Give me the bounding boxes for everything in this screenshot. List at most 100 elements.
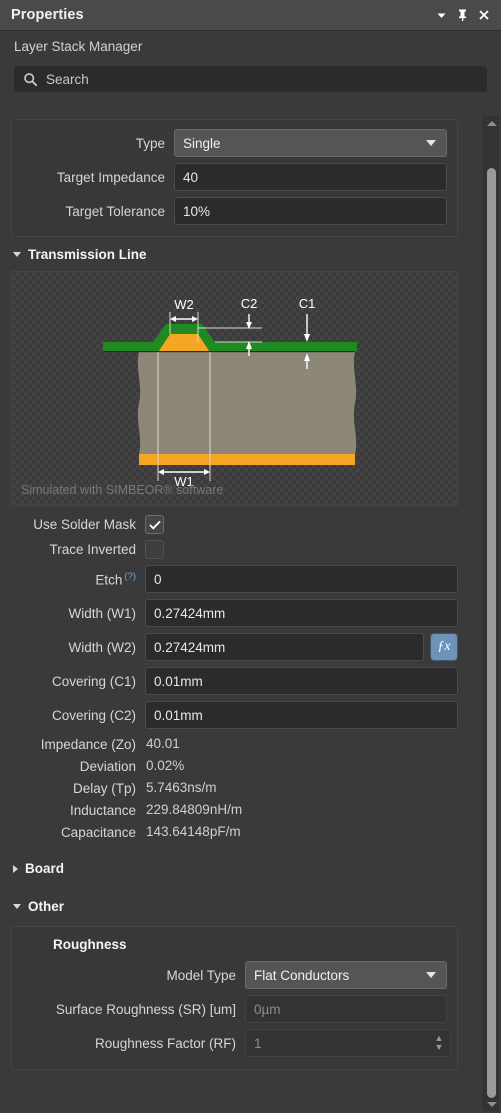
row-use-solder-mask: Use Solder Mask xyxy=(11,515,458,534)
covering-c2-input[interactable]: 0.01mm xyxy=(145,701,458,729)
chevron-down-icon xyxy=(426,972,436,978)
chevron-down-icon[interactable] xyxy=(432,6,451,25)
vertical-scrollbar[interactable] xyxy=(483,116,499,1111)
scroll-down-arrow-icon[interactable] xyxy=(484,1097,499,1111)
label-trace-inverted: Trace Inverted xyxy=(49,542,136,557)
label-etch-text: Etch xyxy=(95,572,123,588)
roughness-factor-stepper[interactable]: ▲ ▼ xyxy=(431,1034,447,1052)
surface-roughness-input[interactable]: 0µm xyxy=(245,995,447,1023)
scrollbar-thumb[interactable] xyxy=(487,168,496,1098)
row-surface-roughness: Surface Roughness (SR) [um] 0µm xyxy=(22,995,447,1023)
properties-scroll-area: Type Single Target Impedance 40 Target T… xyxy=(0,116,501,1113)
etch-value: 0 xyxy=(154,571,162,587)
label-model-type: Model Type xyxy=(166,967,236,983)
row-model-type: Model Type Flat Conductors xyxy=(22,961,447,989)
formula-button[interactable]: ƒx xyxy=(430,633,458,661)
properties-panel: Properties Layer Stack Manager Search Ty… xyxy=(0,0,501,1113)
scrollbar-track[interactable] xyxy=(484,130,499,1098)
covering-c1-input[interactable]: 0.01mm xyxy=(145,667,458,695)
label-surface-roughness: Surface Roughness (SR) [um] xyxy=(55,1001,236,1017)
covering-c2-value: 0.01mm xyxy=(154,707,203,723)
row-roughness-factor: Roughness Factor (RF) 1 ▲ ▼ xyxy=(22,1029,451,1057)
label-target-impedance: Target Impedance xyxy=(56,169,165,185)
etch-input[interactable]: 0 xyxy=(145,565,458,593)
trace-inverted-checkbox[interactable] xyxy=(145,540,164,559)
section-title-board: Board xyxy=(25,861,65,876)
section-header-other[interactable]: Other xyxy=(0,883,480,921)
section-title-transmission-line: Transmission Line xyxy=(28,247,147,262)
label-impedance-zo: Impedance (Zo) xyxy=(40,736,136,752)
titlebar: Properties xyxy=(0,0,501,31)
width-w2-value: 0.27424mm xyxy=(154,639,226,655)
model-type-value: Flat Conductors xyxy=(254,967,350,983)
roughness-group-title: Roughness xyxy=(53,937,127,952)
search-container: Search xyxy=(0,57,501,92)
row-inductance: Inductance 229.84809nH/m xyxy=(11,801,458,819)
row-covering-c2: Covering (C2) 0.01mm xyxy=(11,701,458,729)
help-superscript-icon[interactable]: (?) xyxy=(124,571,136,582)
check-icon xyxy=(148,520,161,530)
target-tolerance-value: 10% xyxy=(183,203,211,219)
row-target-tolerance: Target Tolerance 10% xyxy=(22,197,447,225)
label-inductance: Inductance xyxy=(69,802,136,818)
roughness-factor-placeholder: 1 xyxy=(254,1035,262,1051)
roughness-factor-input[interactable]: 1 xyxy=(245,1029,451,1057)
model-type-select[interactable]: Flat Conductors xyxy=(245,961,447,989)
pin-icon[interactable] xyxy=(453,6,472,25)
width-w2-input[interactable]: 0.27424mm xyxy=(145,633,424,661)
simulation-credit: Simulated with SIMBEOR® software xyxy=(21,483,224,497)
annotation-c2: C2 xyxy=(241,296,258,311)
section-header-board[interactable]: Board xyxy=(0,841,480,883)
row-target-impedance: Target Impedance 40 xyxy=(22,163,447,191)
breadcrumb: Layer Stack Manager xyxy=(0,31,501,57)
row-trace-inverted: Trace Inverted xyxy=(11,540,458,559)
roughness-group: Roughness Model Type Flat Conductors Sur… xyxy=(11,926,458,1070)
collapse-triangle-icon xyxy=(13,904,21,909)
row-etch: Etch (?) 0 xyxy=(11,565,458,593)
row-covering-c1: Covering (C1) 0.01mm xyxy=(11,667,458,695)
page-title: Properties xyxy=(11,7,84,23)
row-delay-tp: Delay (Tp) 5.7463ns/m xyxy=(11,779,458,797)
label-roughness-factor: Roughness Factor (RF) xyxy=(94,1035,236,1051)
search-input[interactable]: Search xyxy=(14,66,487,92)
label-capacitance: Capacitance xyxy=(60,824,136,840)
row-width-w1: Width (W1) 0.27424mm xyxy=(11,599,458,627)
impedance-zo-value: 40.01 xyxy=(146,736,180,751)
width-w1-value: 0.27424mm xyxy=(154,605,226,621)
label-width-w1: Width (W1) xyxy=(68,605,137,621)
type-select-value: Single xyxy=(183,135,221,151)
row-width-w2: Width (W2) 0.27424mm ƒx xyxy=(11,633,458,661)
cross-section-svg: W2 C2 C1 W1 xyxy=(103,296,357,489)
label-etch: Etch (?) xyxy=(11,571,145,588)
label-use-solder-mask: Use Solder Mask xyxy=(33,517,136,532)
inductance-value: 229.84809nH/m xyxy=(146,802,243,817)
scroll-up-arrow-icon[interactable] xyxy=(484,116,499,130)
width-w1-input[interactable]: 0.27424mm xyxy=(145,599,458,627)
label-width-w2: Width (W2) xyxy=(68,639,137,655)
transmission-line-diagram: W2 C2 C1 W1 Simulated with SIMBEOR® soft… xyxy=(11,271,458,506)
annotation-w2: W2 xyxy=(174,297,194,312)
row-capacitance: Capacitance 143.64148pF/m xyxy=(11,823,458,841)
label-covering-c2: Covering (C2) xyxy=(51,707,136,723)
type-select[interactable]: Single xyxy=(174,129,447,157)
search-icon xyxy=(23,72,38,87)
section-header-transmission-line[interactable]: Transmission Line xyxy=(0,237,480,269)
label-delay-tp: Delay (Tp) xyxy=(72,780,136,796)
target-impedance-input[interactable]: 40 xyxy=(174,163,447,191)
label-deviation: Deviation xyxy=(79,758,136,774)
target-tolerance-input[interactable]: 10% xyxy=(174,197,447,225)
stepper-down-icon[interactable]: ▼ xyxy=(435,1043,444,1052)
surface-roughness-placeholder: 0µm xyxy=(254,1001,281,1017)
impedance-profile-group: Type Single Target Impedance 40 Target T… xyxy=(11,119,458,237)
annotation-c1: C1 xyxy=(299,296,316,311)
row-type: Type Single xyxy=(22,129,447,157)
search-placeholder: Search xyxy=(46,71,89,87)
label-covering-c1: Covering (C1) xyxy=(51,673,136,689)
capacitance-value: 143.64148pF/m xyxy=(146,824,241,839)
close-icon[interactable] xyxy=(474,6,493,25)
breadcrumb-label: Layer Stack Manager xyxy=(14,38,143,54)
collapse-triangle-icon xyxy=(13,252,21,257)
use-solder-mask-checkbox[interactable] xyxy=(145,515,164,534)
chevron-down-icon xyxy=(426,140,436,146)
label-target-tolerance: Target Tolerance xyxy=(65,203,165,219)
